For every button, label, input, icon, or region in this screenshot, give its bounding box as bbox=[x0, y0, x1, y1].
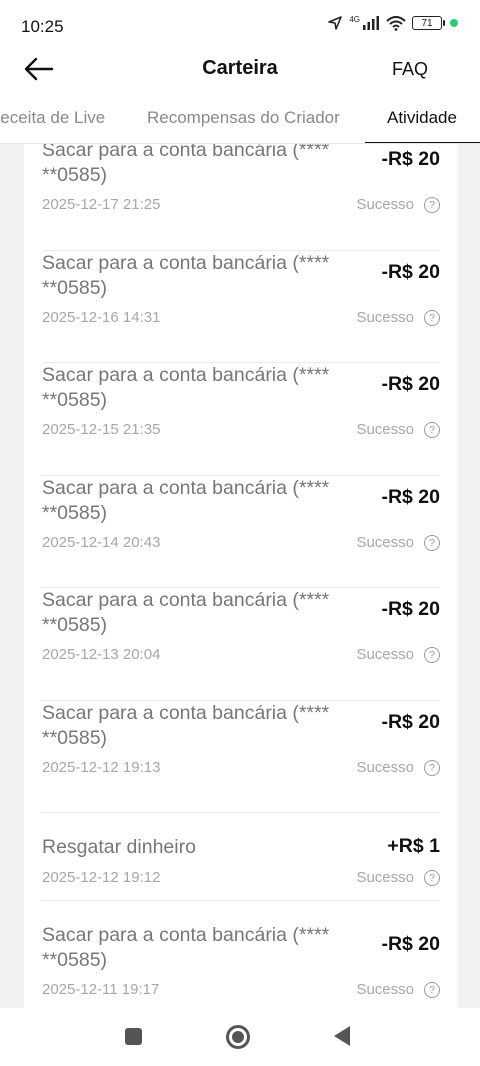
status-bar: 10:25 4G 71 bbox=[0, 0, 480, 48]
question-circle-icon[interactable]: ? bbox=[424, 534, 440, 551]
list-item[interactable]: Sacar para a conta bancária (**** **0585… bbox=[42, 144, 440, 251]
tab-atividade[interactable]: Atividade bbox=[387, 108, 457, 128]
transaction-amount: -R$ 20 bbox=[381, 373, 440, 395]
transaction-date: 2025-12-15 21:35 bbox=[42, 421, 161, 438]
transaction-status: Sucesso bbox=[356, 421, 414, 438]
transaction-amount: -R$ 20 bbox=[381, 260, 440, 283]
activity-list: Sacar para a conta bancária (**** **0585… bbox=[42, 144, 440, 1008]
transaction-status: Sucesso bbox=[356, 646, 414, 663]
transaction-amount: -R$ 20 bbox=[381, 710, 440, 733]
transaction-date: 2025-12-14 20:43 bbox=[42, 533, 161, 551]
question-circle-icon[interactable]: ? bbox=[424, 422, 440, 438]
signal-icon bbox=[363, 16, 379, 30]
transaction-title: Sacar para a conta bancária (**** **0585… bbox=[42, 144, 330, 186]
wifi-icon bbox=[386, 15, 406, 31]
question-circle-icon[interactable]: ? bbox=[424, 759, 440, 776]
transaction-status: Sucesso bbox=[356, 758, 414, 776]
transaction-title: Sacar para a conta bancária (**** **0585… bbox=[42, 364, 330, 411]
list-item[interactable]: Sacar para a conta bancária (**** **0585… bbox=[42, 363, 440, 476]
transaction-title: Sacar para a conta bancária (**** **0585… bbox=[42, 924, 330, 971]
transaction-date: 2025-12-17 21:25 bbox=[42, 196, 161, 213]
list-item[interactable]: Sacar para a conta bancária (**** **0585… bbox=[42, 476, 440, 588]
question-circle-icon[interactable]: ? bbox=[424, 647, 440, 663]
transaction-amount: -R$ 20 bbox=[381, 933, 440, 955]
status-time: 10:25 bbox=[21, 17, 64, 36]
transaction-title: Sacar para a conta bancária (**** **0585… bbox=[42, 589, 330, 636]
transaction-date: 2025-12-16 14:31 bbox=[42, 308, 161, 326]
recent-apps-button[interactable] bbox=[125, 1028, 142, 1045]
transaction-title: Sacar para a conta bancária (**** **0585… bbox=[42, 701, 330, 749]
activity-list-container[interactable]: Sacar para a conta bancária (**** **0585… bbox=[24, 144, 458, 1008]
transaction-title: Resgatar dinheiro bbox=[42, 836, 196, 858]
transaction-status: Sucesso bbox=[356, 981, 414, 998]
question-circle-icon[interactable]: ? bbox=[424, 982, 440, 998]
system-navigation-bar bbox=[0, 1008, 480, 1066]
system-back-button[interactable] bbox=[334, 1026, 350, 1046]
battery-icon: 71 bbox=[412, 16, 445, 30]
list-item[interactable]: Sacar para a conta bancária (**** **0585… bbox=[42, 901, 440, 1008]
tab-receita-de-live[interactable]: Receita de Live bbox=[0, 108, 105, 128]
header: Carteira FAQ bbox=[0, 48, 480, 92]
transaction-date: 2025-12-11 19:17 bbox=[42, 981, 160, 998]
location-icon bbox=[328, 16, 343, 30]
home-button[interactable] bbox=[226, 1025, 250, 1049]
transaction-date: 2025-12-12 19:13 bbox=[42, 758, 161, 776]
transaction-date: 2025-12-12 19:12 bbox=[42, 869, 161, 886]
list-item[interactable]: Sacar para a conta bancária (**** **0585… bbox=[42, 251, 440, 363]
question-circle-icon[interactable]: ? bbox=[424, 870, 440, 886]
transaction-title: Sacar para a conta bancária (**** **0585… bbox=[42, 251, 330, 299]
tab-bar: Receita de Live Recompensas do Criador A… bbox=[0, 92, 480, 144]
status-icons: 4G 71 bbox=[327, 15, 458, 31]
transaction-title: Sacar para a conta bancária (**** **0585… bbox=[42, 476, 330, 524]
list-item[interactable]: Sacar para a conta bancária (**** **0585… bbox=[42, 701, 440, 813]
transaction-amount: -R$ 20 bbox=[381, 148, 440, 170]
tab-recompensas-do-criador[interactable]: Recompensas do Criador bbox=[147, 108, 340, 128]
privacy-indicator-dot bbox=[450, 19, 458, 27]
transaction-status: Sucesso bbox=[356, 308, 414, 326]
faq-link[interactable]: FAQ bbox=[392, 59, 428, 80]
question-circle-icon[interactable]: ? bbox=[424, 197, 440, 213]
transaction-amount: -R$ 20 bbox=[381, 598, 440, 620]
network-label: 4G bbox=[349, 14, 360, 24]
transaction-date: 2025-12-13 20:04 bbox=[42, 646, 161, 663]
transaction-amount: -R$ 20 bbox=[381, 485, 440, 508]
transaction-status: Sucesso bbox=[356, 196, 414, 213]
list-item[interactable]: Resgatar dinheiro +R$ 1 2025-12-12 19:12… bbox=[42, 813, 440, 901]
list-item[interactable]: Sacar para a conta bancária (**** **0585… bbox=[42, 588, 440, 701]
transaction-status: Sucesso bbox=[356, 533, 414, 551]
question-circle-icon[interactable]: ? bbox=[424, 309, 440, 326]
transaction-amount: +R$ 1 bbox=[387, 835, 440, 857]
transaction-status: Sucesso bbox=[356, 869, 414, 886]
